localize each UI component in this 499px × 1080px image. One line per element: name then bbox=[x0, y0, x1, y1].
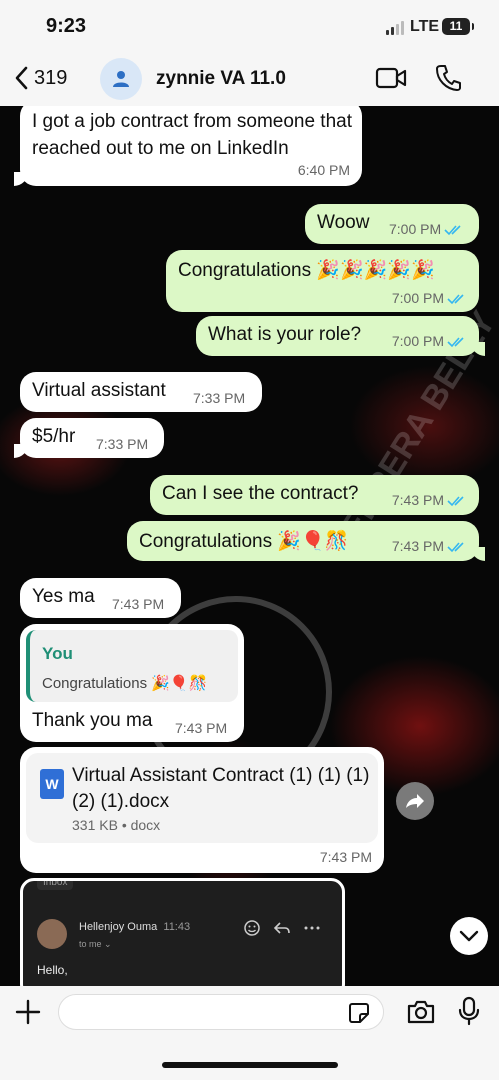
message-bubble-outgoing[interactable]: Woow 7:00 PM bbox=[305, 204, 479, 244]
message-text: What is your role? bbox=[208, 324, 362, 345]
message-bubble-outgoing[interactable]: What is your role? 7:00 PM bbox=[196, 316, 485, 356]
message-time: 7:33 PM bbox=[96, 436, 149, 452]
message-text: Can I see the contract? bbox=[162, 483, 359, 504]
message-bubble-incoming[interactable]: I got a job contract from someone that r… bbox=[14, 106, 362, 186]
message-time: 7:00 PM bbox=[389, 221, 442, 237]
word-document-icon: W bbox=[40, 769, 64, 799]
message-bubble-incoming[interactable]: Yes ma 7:43 PM bbox=[20, 578, 181, 618]
message-time: 7:00 PM bbox=[391, 290, 444, 306]
double-check-icon bbox=[447, 496, 464, 507]
message-text: Virtual assistant bbox=[32, 380, 166, 401]
message-text: $5/hr bbox=[32, 426, 76, 447]
message-bubble-outgoing[interactable]: Congratulations 🎉🎈🎊 7:43 PM bbox=[127, 521, 485, 561]
camera-button[interactable] bbox=[406, 999, 436, 1030]
message-time: 7:43 PM bbox=[112, 596, 165, 612]
message-bubble-incoming[interactable]: $5/hr 7:33 PM bbox=[14, 418, 164, 458]
message-time: 7:00 PM bbox=[391, 333, 444, 349]
message-time: 6:40 PM bbox=[297, 162, 350, 178]
message-time: 7:33 PM bbox=[193, 390, 246, 406]
message-bubble-incoming[interactable]: Virtual assistant 7:33 PM bbox=[20, 372, 262, 412]
image-message[interactable]: Inbox Hellenjoy Ouma 11:43 to me ⌄ Hello… bbox=[20, 878, 345, 986]
microphone-button[interactable] bbox=[458, 996, 480, 1031]
document-card[interactable]: W Virtual Assistant Contract (1) (1) (1)… bbox=[26, 753, 378, 843]
chat-area[interactable]: HERRERA BELLY I got a job contract from … bbox=[0, 106, 499, 986]
message-bubble-outgoing[interactable]: Can I see the contract? 7:43 PM bbox=[150, 475, 479, 515]
message-time: 7:43 PM bbox=[319, 849, 372, 865]
message-time: 7:43 PM bbox=[391, 492, 444, 508]
chat-header: 319 zynnie VA 11.0 bbox=[0, 52, 499, 107]
signal-icon bbox=[386, 21, 404, 35]
status-bar: 9:23 LTE 11 bbox=[0, 0, 499, 52]
mail-greeting: Hello, bbox=[37, 963, 68, 977]
sender-avatar bbox=[37, 919, 67, 949]
emoji-icon bbox=[244, 920, 260, 936]
double-check-icon bbox=[447, 294, 464, 305]
reply-icon bbox=[273, 922, 290, 934]
message-time: 7:43 PM bbox=[391, 538, 444, 554]
phone-icon bbox=[436, 65, 461, 91]
forward-icon bbox=[406, 794, 424, 808]
quoted-text: Congratulations 🎉🎈🎊 bbox=[42, 675, 208, 692]
inbox-label: Inbox bbox=[37, 881, 74, 890]
message-text: Congratulations 🎉🎈🎊 bbox=[139, 531, 349, 552]
person-icon bbox=[113, 71, 129, 87]
document-message[interactable]: W Virtual Assistant Contract (1) (1) (1)… bbox=[20, 747, 384, 873]
mail-sender: Hellenjoy Ouma 11:43 bbox=[79, 921, 191, 933]
home-indicator bbox=[162, 1062, 338, 1068]
forward-button[interactable] bbox=[396, 782, 434, 820]
microphone-icon bbox=[458, 996, 480, 1026]
network-label: LTE bbox=[410, 18, 440, 35]
avatar[interactable] bbox=[100, 58, 142, 100]
message-text: Thank you ma bbox=[32, 710, 153, 731]
contact-name[interactable]: zynnie VA 11.0 bbox=[156, 68, 286, 90]
chevron-left-icon bbox=[15, 66, 28, 90]
more-icon bbox=[304, 926, 320, 930]
message-bubble-incoming[interactable]: You Congratulations 🎉🎈🎊 Thank you ma 7:4… bbox=[20, 624, 244, 742]
double-check-icon bbox=[444, 225, 461, 236]
sticker-icon bbox=[349, 1003, 369, 1023]
mail-actions bbox=[243, 919, 321, 937]
message-bubble-outgoing[interactable]: Congratulations 🎉🎉🎉🎉🎉 7:00 PM bbox=[166, 250, 479, 312]
battery-icon: 11 bbox=[442, 18, 474, 35]
camera-icon bbox=[407, 1000, 435, 1024]
video-call-button[interactable] bbox=[375, 66, 407, 95]
message-input[interactable] bbox=[58, 994, 384, 1030]
unread-count: 319 bbox=[34, 66, 68, 89]
message-text: Woow bbox=[317, 212, 370, 233]
double-check-icon bbox=[447, 542, 464, 553]
quoted-sender: You bbox=[42, 644, 73, 663]
chevron-down-icon bbox=[459, 930, 479, 942]
document-name: Virtual Assistant Contract (1) (1) (1) (… bbox=[72, 765, 370, 812]
plus-icon bbox=[15, 999, 41, 1025]
sticker-button[interactable] bbox=[348, 1002, 370, 1029]
status-time: 9:23 bbox=[46, 15, 87, 37]
document-meta: 331 KB • docx bbox=[72, 817, 161, 833]
message-text: I got a job contract from someone that r… bbox=[32, 111, 353, 159]
scroll-to-bottom-button[interactable] bbox=[450, 917, 488, 955]
mail-recipient: to me ⌄ bbox=[79, 939, 112, 949]
composer-bar bbox=[0, 986, 499, 1080]
quoted-reply[interactable]: You Congratulations 🎉🎈🎊 bbox=[26, 630, 238, 702]
attach-button[interactable] bbox=[14, 998, 42, 1031]
video-icon bbox=[375, 67, 407, 89]
back-button[interactable]: 319 bbox=[14, 66, 67, 90]
double-check-icon bbox=[447, 337, 464, 348]
voice-call-button[interactable] bbox=[435, 64, 461, 97]
message-text: Yes ma bbox=[32, 586, 95, 607]
message-text: Congratulations 🎉🎉🎉🎉🎉 bbox=[178, 260, 435, 281]
message-time: 7:43 PM bbox=[175, 720, 228, 736]
